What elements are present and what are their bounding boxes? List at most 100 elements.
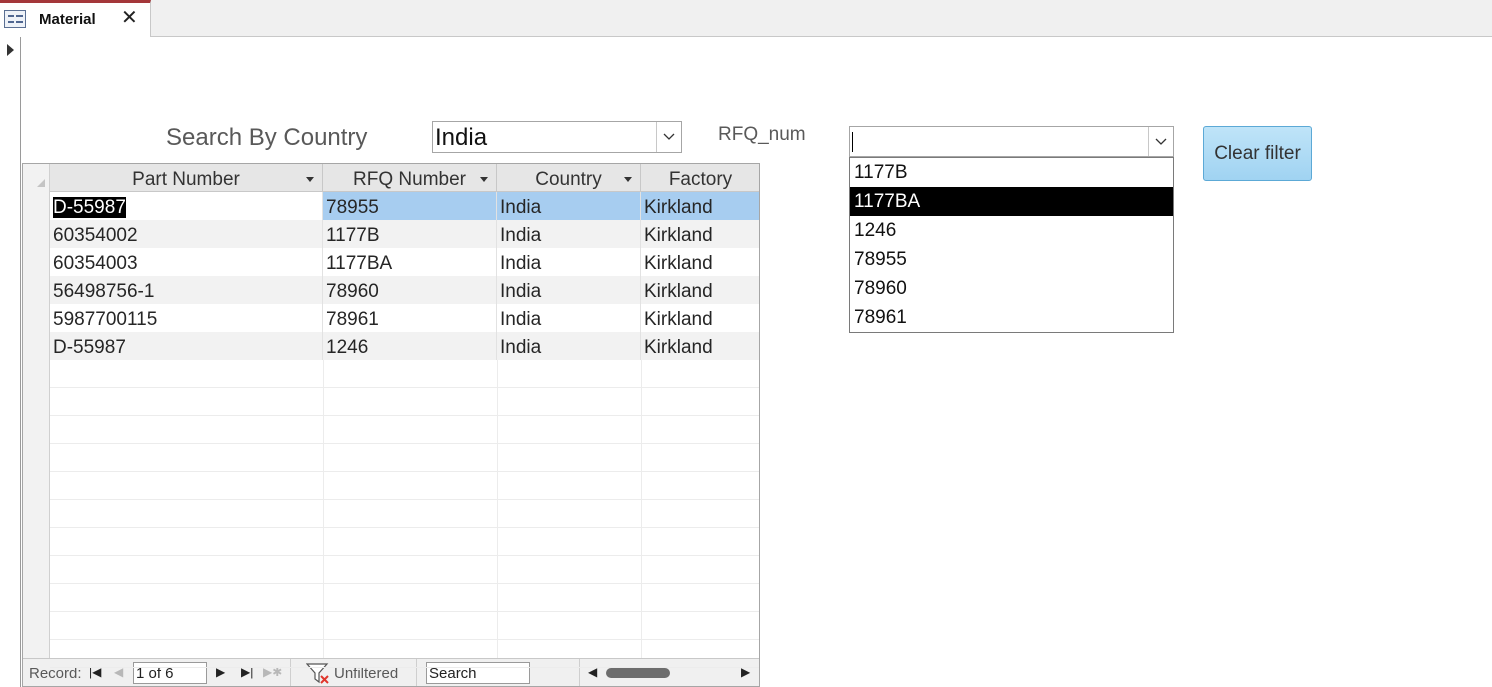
rfq-option[interactable]: 78960 [850, 274, 1173, 303]
cell-value: Kirkland [644, 337, 713, 358]
rfq-option[interactable]: 78955 [850, 245, 1173, 274]
clear-filter-button[interactable]: Clear filter [1203, 126, 1312, 181]
text-caret [852, 132, 853, 152]
cell-value: 78960 [326, 281, 379, 302]
table-row[interactable]: 5987700115 78961 India Kirkland [50, 304, 759, 332]
sort-filter-arrow-icon[interactable] [624, 177, 632, 182]
rfq-option[interactable]: 1177BA [850, 187, 1173, 216]
chevron-down-icon[interactable] [1148, 127, 1173, 156]
part-number-cell[interactable]: 60354002 [50, 220, 323, 248]
cell-value: D-55987 [53, 197, 126, 218]
close-icon[interactable]: ✕ [121, 7, 138, 29]
empty-row [50, 584, 759, 612]
cell-value: 60354002 [53, 225, 138, 246]
part-number-cell[interactable]: 60354003 [50, 248, 323, 276]
part-number-cell[interactable]: 56498756-1 [50, 276, 323, 304]
rfq-number-cell[interactable]: 1246 [323, 332, 497, 360]
country-cell[interactable]: India [497, 332, 641, 360]
cell-value: 1246 [326, 337, 369, 358]
rfq-number-cell[interactable]: 1177B [323, 220, 497, 248]
empty-row [50, 640, 759, 668]
country-cell[interactable]: India [497, 248, 641, 276]
factory-cell[interactable]: Kirkland [641, 220, 759, 248]
country-cell[interactable]: India [497, 304, 641, 332]
table-row[interactable]: 60354002 1177B India Kirkland [50, 220, 759, 248]
cell-value: India [500, 197, 542, 218]
rfq-number-cell[interactable]: 78960 [323, 276, 497, 304]
cell-value: 78955 [326, 197, 379, 218]
cell-value: India [500, 281, 542, 302]
sort-filter-arrow-icon[interactable] [480, 177, 488, 182]
rfq-number-cell[interactable]: 78961 [323, 304, 497, 332]
cell-value: 1177BA [326, 253, 393, 274]
rfq-option[interactable]: 78961 [850, 303, 1173, 332]
cell-value: 78961 [326, 309, 379, 330]
empty-row [50, 556, 759, 584]
part-number-cell[interactable]: 5987700115 [50, 304, 323, 332]
country-combo-value: India [435, 124, 488, 151]
table-row[interactable]: 60354003 1177BA India Kirkland [50, 248, 759, 276]
cell-value: D-55987 [53, 337, 126, 358]
table-row[interactable]: D-55987 1246 India Kirkland [50, 332, 759, 360]
form-icon [4, 10, 26, 28]
sort-filter-arrow-icon[interactable] [306, 177, 314, 182]
column-header-label: Country [535, 169, 602, 190]
empty-row [50, 472, 759, 500]
factory-cell[interactable]: Kirkland [641, 192, 759, 220]
select-all-corner[interactable] [37, 179, 45, 187]
cell-value: Kirkland [644, 309, 713, 330]
cell-value: India [500, 253, 542, 274]
factory-cell[interactable]: Kirkland [641, 332, 759, 360]
factory-cell[interactable]: Kirkland [641, 248, 759, 276]
rfq-dropdown-list: 1177B 1177BA 1246 78955 78960 78961 [849, 157, 1174, 333]
country-cell[interactable]: India [497, 192, 641, 220]
empty-row [50, 612, 759, 640]
country-cell[interactable]: India [497, 220, 641, 248]
record-selector-column[interactable] [23, 164, 50, 686]
cell-value: Kirkland [644, 253, 713, 274]
cell-value: 5987700115 [53, 309, 158, 330]
rfq-option[interactable]: 1246 [850, 216, 1173, 245]
rfq-number-cell[interactable]: 78955 [323, 192, 497, 220]
table-row[interactable]: 56498756-1 78960 India Kirkland [50, 276, 759, 304]
part-number-cell[interactable]: D-55987 [50, 332, 323, 360]
rfq-option[interactable]: 1177B [850, 158, 1173, 187]
empty-row [50, 528, 759, 556]
record-pointer-icon[interactable] [7, 44, 14, 56]
cell-value: 1177B [326, 225, 380, 246]
cell-value: Kirkland [644, 197, 713, 218]
column-header-label: Part Number [132, 169, 240, 190]
empty-row [50, 416, 759, 444]
cell-value: Kirkland [644, 225, 713, 246]
tab-title: Material [39, 11, 96, 28]
factory-header[interactable]: Factory [641, 164, 759, 192]
rfq-number-cell[interactable]: 1177BA [323, 248, 497, 276]
cell-value: India [500, 309, 542, 330]
chevron-down-icon[interactable] [656, 122, 681, 152]
table-row[interactable]: D-55987 78955 India Kirkland [50, 192, 759, 220]
empty-row [50, 388, 759, 416]
datasheet: Record: |◀ ◀ 1 of 6 ▶ ▶| ▶✱ Unfiltered S… [22, 163, 760, 687]
country-cell[interactable]: India [497, 276, 641, 304]
country-combo[interactable]: India [432, 121, 682, 153]
column-header-label: RFQ Number [353, 169, 466, 190]
country-header[interactable]: Country [497, 164, 641, 192]
grid-line [323, 360, 324, 658]
empty-row [50, 360, 759, 388]
factory-cell[interactable]: Kirkland [641, 276, 759, 304]
country-filter-label: Search By Country [166, 124, 368, 151]
column-header-label: Factory [668, 169, 733, 190]
cell-value: 56498756-1 [53, 281, 155, 302]
rfq-combo[interactable] [849, 126, 1174, 157]
scrollbar-thumb[interactable] [606, 668, 670, 678]
cell-value: Kirkland [644, 281, 713, 302]
part-number-cell[interactable]: D-55987 [50, 192, 323, 220]
rfq-number-header[interactable]: RFQ Number [323, 164, 497, 192]
part-number-header[interactable]: Part Number [50, 164, 323, 192]
empty-row [50, 500, 759, 528]
factory-cell[interactable]: Kirkland [641, 304, 759, 332]
cell-value: India [500, 225, 542, 246]
grid-line [641, 360, 642, 658]
empty-row [50, 444, 759, 472]
tab-material[interactable]: Material ✕ [0, 0, 151, 37]
